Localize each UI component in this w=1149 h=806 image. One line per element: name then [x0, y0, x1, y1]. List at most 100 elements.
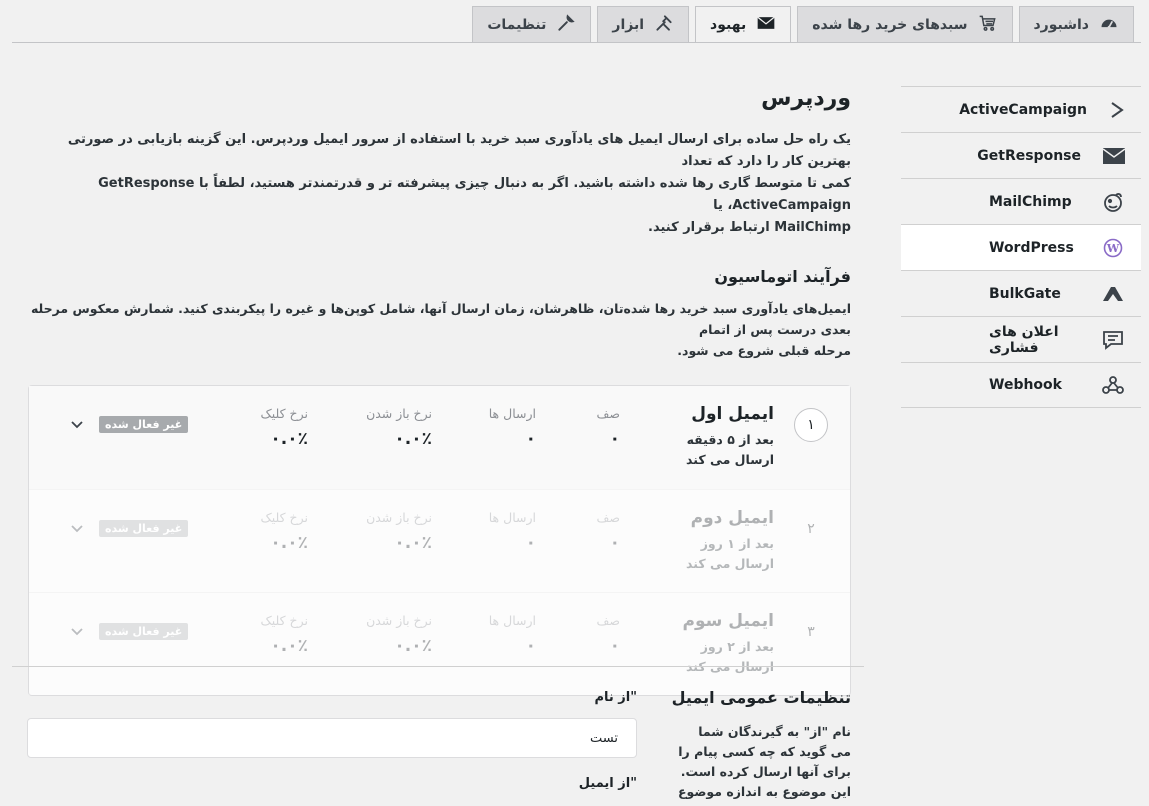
- tab-settings[interactable]: تنظیمات: [472, 6, 592, 42]
- integrations-sidebar: ActiveCampaign GetResponse MailChimp W W…: [901, 86, 1141, 408]
- stat-label: نرخ باز شدن: [366, 613, 432, 628]
- tab-bar: داشبورد سبدهای خرید رها شده بهبود ابزار …: [472, 6, 1134, 43]
- intro-line: کمی تا متوسط گاری رها شده داشته باشید. ا…: [98, 176, 851, 213]
- email-title: ایمیل دوم: [690, 508, 774, 528]
- envelope-icon: [756, 13, 776, 37]
- from-email-label: "از ایمیل: [578, 776, 637, 791]
- stat-value: ۰.۰٪: [394, 533, 432, 553]
- from-name-input[interactable]: [27, 718, 637, 758]
- stat-label: نرخ کلیک: [260, 613, 308, 628]
- stat-open-rate: نرخ باز شدن ۰.۰٪: [366, 510, 432, 553]
- sidebar-item-label: ActiveCampaign: [959, 101, 1087, 118]
- email-step-row[interactable]: ۳ ایمیل سوم بعد از ۲ روز ارسال می کند صف…: [29, 592, 850, 695]
- gauge-icon: [1099, 13, 1119, 37]
- tab-dashboard[interactable]: داشبورد: [1018, 6, 1134, 42]
- stat-label: صف: [596, 406, 620, 421]
- sidebar-item-label: MailChimp: [989, 193, 1072, 210]
- wrench-icon: [556, 13, 576, 37]
- sidebar-item-mailchimp[interactable]: MailChimp: [901, 178, 1141, 224]
- sidebar-item-label: Webhook: [989, 377, 1062, 393]
- svg-text:W: W: [1106, 242, 1120, 255]
- sidebar-item-label: WordPress: [989, 239, 1074, 256]
- sidebar-item-activecampaign[interactable]: ActiveCampaign: [901, 86, 1141, 132]
- email-schedule: بعد از ۵ دقیقه ارسال می کند: [686, 432, 774, 467]
- tools-icon: [654, 13, 674, 37]
- stat-sent: ارسال ها ۰: [489, 510, 536, 553]
- step-number: ۱: [794, 408, 828, 442]
- automation-title: فرآیند اتوماسیون: [714, 267, 851, 286]
- tab-recovery[interactable]: بهبود: [695, 6, 792, 43]
- stat-sent: ارسال ها ۰: [489, 406, 536, 449]
- sidebar-item-getresponse[interactable]: GetResponse: [901, 132, 1141, 178]
- tab-label: سبدهای خرید رها شده: [812, 16, 968, 33]
- stat-value: ۰: [609, 636, 620, 656]
- step-number: ۲: [807, 521, 815, 537]
- stat-value: ۰.۰٪: [270, 636, 308, 656]
- general-settings-desc: نام "از" به گیرندگان شما می گوید که چه ک…: [677, 724, 851, 806]
- stat-value: ۰.۰٪: [394, 429, 432, 449]
- tab-tools[interactable]: ابزار: [597, 6, 690, 42]
- activecampaign-icon: [1109, 98, 1125, 122]
- email-steps-list: ۱ ایمیل اول بعد از ۵ دقیقه ارسال می کند …: [28, 385, 851, 696]
- sidebar-item-webhook[interactable]: Webhook: [901, 362, 1141, 408]
- sidebar-item-label: GetResponse: [977, 147, 1081, 164]
- stat-sent: ارسال ها ۰: [489, 613, 536, 656]
- stat-open-rate: نرخ باز شدن ۰.۰٪: [366, 406, 432, 449]
- intro-line: یک راه حل ساده برای ارسال ایمیل های یادآ…: [67, 132, 851, 169]
- page-title: وردپرس: [761, 86, 851, 111]
- sidebar-item-push-notifications[interactable]: اعلان های فشاری: [901, 316, 1141, 362]
- sidebar-item-wordpress[interactable]: W WordPress: [901, 224, 1141, 270]
- stat-label: ارسال ها: [488, 406, 536, 421]
- email-step-row[interactable]: ۱ ایمیل اول بعد از ۵ دقیقه ارسال می کند …: [29, 386, 850, 489]
- stat-queue: صف ۰: [596, 613, 620, 656]
- chevron-down-icon[interactable]: [69, 623, 85, 639]
- general-settings-title: تنظیمات عمومی ایمیل: [671, 688, 851, 707]
- wordpress-icon: W: [1101, 236, 1125, 260]
- stat-label: ارسال ها: [488, 613, 536, 628]
- bulkgate-icon: [1101, 282, 1125, 306]
- chevron-down-icon[interactable]: [69, 416, 85, 432]
- stat-label: ارسال ها: [488, 510, 536, 525]
- tab-label: داشبورد: [1033, 16, 1090, 33]
- cart-icon: [978, 13, 998, 37]
- email-step-row[interactable]: ۲ ایمیل دوم بعد از ۱ روز ارسال می کند صف…: [29, 489, 850, 592]
- email-schedule: بعد از ۱ روز ارسال می کند: [686, 536, 774, 571]
- email-title: ایمیل سوم: [682, 611, 774, 631]
- tab-label: تنظیمات: [487, 16, 547, 33]
- status-badge: غیر فعال شده: [99, 416, 189, 433]
- status-badge: غیر فعال شده: [99, 520, 189, 537]
- email-schedule: بعد از ۲ روز ارسال می کند: [686, 639, 774, 674]
- automation-desc-line: ایمیل‌های یادآوری سبد خرید رها شده‌تان، …: [30, 301, 851, 337]
- webhook-icon: [1101, 373, 1125, 397]
- from-name-label: "از نام: [594, 690, 637, 705]
- stat-value: ۰.۰٪: [394, 636, 432, 656]
- stat-open-rate: نرخ باز شدن ۰.۰٪: [366, 613, 432, 656]
- sidebar-item-bulkgate[interactable]: BulkGate: [901, 270, 1141, 316]
- stat-label: صف: [596, 510, 620, 525]
- chevron-down-icon[interactable]: [69, 520, 85, 536]
- chat-icon: [1101, 328, 1125, 352]
- tab-label: بهبود: [710, 17, 747, 33]
- tab-abandoned-carts[interactable]: سبدهای خرید رها شده: [797, 6, 1013, 42]
- stat-value: ۰.۰٪: [270, 533, 308, 553]
- intro-text: یک راه حل ساده برای ارسال ایمیل های یادآ…: [28, 129, 851, 239]
- status-badge: غیر فعال شده: [99, 623, 189, 640]
- stat-value: ۰.۰٪: [270, 429, 308, 449]
- stat-queue: صف ۰: [596, 406, 620, 449]
- stat-label: نرخ کلیک: [260, 510, 308, 525]
- intro-line: MailChimp ارتباط برقرار کنید.: [648, 220, 851, 235]
- main-content: وردپرس یک راه حل ساده برای ارسال ایمیل ه…: [28, 86, 851, 696]
- stat-click-rate: نرخ کلیک ۰.۰٪: [261, 613, 308, 656]
- section-divider: [12, 666, 864, 667]
- stat-click-rate: نرخ کلیک ۰.۰٪: [261, 406, 308, 449]
- sidebar-item-label: اعلان های فشاری: [989, 323, 1059, 356]
- sidebar-item-label: BulkGate: [989, 285, 1061, 302]
- automation-desc-line: مرحله قبلی شروع می شود.: [677, 343, 851, 358]
- stat-value: ۰: [525, 533, 536, 553]
- stat-queue: صف ۰: [596, 510, 620, 553]
- stat-label: صف: [596, 613, 620, 628]
- tabs-divider: [12, 42, 1141, 43]
- stat-label: نرخ باز شدن: [366, 510, 432, 525]
- tab-label: ابزار: [612, 16, 645, 33]
- stat-value: ۰: [609, 533, 620, 553]
